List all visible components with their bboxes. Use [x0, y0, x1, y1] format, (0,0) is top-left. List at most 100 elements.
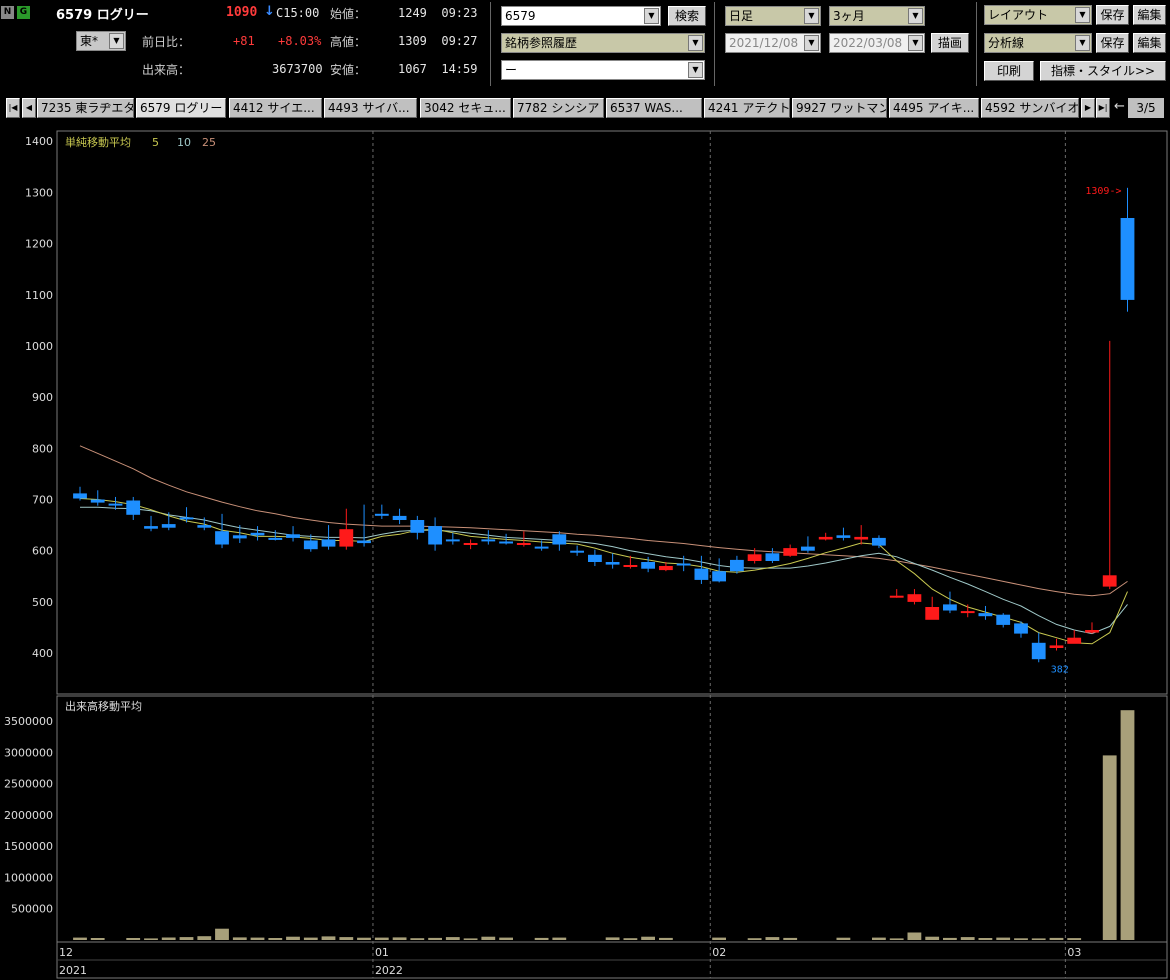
interval-select[interactable]: 日足 ▼ [725, 6, 821, 26]
candle-body [889, 595, 904, 598]
volume-bar [144, 938, 158, 940]
divider [490, 2, 491, 86]
layout-select-value: レイアウト [988, 8, 1049, 22]
back-arrow-icon[interactable]: ← [1114, 99, 1125, 114]
style-button[interactable]: 指標・スタイル>> [1040, 61, 1166, 81]
candle-body [321, 539, 336, 547]
volume-bar [712, 937, 726, 940]
volume-bar [765, 937, 780, 940]
print-button[interactable]: 印刷 [984, 61, 1034, 81]
volume-bar [499, 937, 513, 940]
layout-select[interactable]: レイアウト ▼ [984, 5, 1092, 25]
volume-bar [641, 936, 655, 940]
volume-bar [445, 937, 460, 940]
first-icon[interactable]: |◀ [6, 98, 20, 118]
edit-layout-button[interactable]: 編集 [1133, 5, 1166, 25]
open-label: 始値： [330, 7, 367, 21]
tab-6537[interactable]: 6537 WAS... [606, 98, 702, 118]
chevron-down-icon: ▼ [1075, 35, 1090, 51]
x-tick-label: 03 [1067, 946, 1081, 959]
volume-bar [321, 936, 336, 940]
tab-7782[interactable]: 7782 シンシア [513, 98, 604, 118]
chevron-down-icon: ▼ [688, 62, 703, 78]
to-date-value: 2022/03/08 [833, 36, 903, 50]
candle-body [374, 513, 389, 516]
volume-bar [1014, 938, 1028, 940]
candle-body [943, 604, 957, 611]
volume-bar [250, 937, 265, 940]
volume-bar [357, 937, 371, 940]
code-input[interactable]: 6579 ▼ [501, 6, 661, 26]
price-y-tick: 1200 [25, 238, 53, 251]
candle-body [197, 525, 212, 528]
price-y-tick: 1100 [25, 289, 53, 302]
save-layout-button[interactable]: 保存 [1096, 5, 1129, 25]
tab-4495[interactable]: 4495 アイキ... [889, 98, 979, 118]
volume-bar [268, 938, 283, 940]
tab-9927[interactable]: 9927 ワットマン [792, 98, 887, 118]
volume-bar [534, 937, 549, 940]
candle-body [588, 554, 602, 562]
tab-4493[interactable]: 4493 サイバ... [324, 98, 417, 118]
volume-bar [179, 937, 194, 940]
price-y-tick: 1000 [25, 340, 53, 353]
draw-button[interactable]: 描画 [931, 33, 969, 53]
tab-4592[interactable]: 4592 サンバイオ [981, 98, 1079, 118]
save-analysis-button[interactable]: 保存 [1096, 33, 1129, 53]
tab-4241[interactable]: 4241 アテクト [704, 98, 790, 118]
edit-analysis-button[interactable]: 編集 [1133, 33, 1166, 53]
volume-bar [410, 938, 425, 940]
badge-g: G [17, 6, 30, 19]
open-value: 1249 09:23 [398, 6, 478, 20]
volume-bar [996, 937, 1011, 940]
candle-body [499, 541, 513, 544]
candle-body [428, 526, 442, 545]
candle-body [410, 520, 425, 533]
from-date-value: 2021/12/08 [729, 36, 799, 50]
candle-body [605, 562, 620, 565]
market-select[interactable]: 東* ▼ [76, 31, 126, 51]
third-select[interactable]: ー ▼ [501, 60, 705, 80]
third-select-value: ー [505, 63, 518, 77]
candle-body [339, 529, 354, 547]
candle-body [463, 543, 478, 545]
volume-bar [1120, 710, 1135, 940]
tab-4412[interactable]: 4412 サイエ... [229, 98, 322, 118]
candle-body [1085, 630, 1099, 633]
volume-bar [215, 928, 229, 940]
search-button[interactable]: 検索 [668, 6, 706, 26]
chevron-down-icon: ▼ [908, 35, 923, 51]
change-percent: +8.03% [278, 34, 322, 48]
change-label: 前日比： [142, 35, 191, 49]
volume-bar [481, 936, 496, 940]
volume-bar [1049, 937, 1064, 940]
last-icon[interactable]: ▶| [1096, 98, 1110, 118]
volume-bar [623, 938, 638, 940]
next-icon[interactable]: ▶ [1081, 98, 1095, 118]
tab-7235[interactable]: 7235 東ラヂエタ [37, 98, 134, 118]
candle-body [694, 568, 709, 580]
history-select[interactable]: 銘柄参照履歴 ▼ [501, 33, 705, 53]
volume-bar [73, 937, 87, 940]
candle-body [534, 546, 549, 549]
x-tick-label: 12 [59, 946, 73, 959]
to-date-field[interactable]: 2022/03/08 ▼ [829, 33, 925, 53]
range-select[interactable]: 3ヶ月 ▼ [829, 6, 925, 26]
volume-bar [303, 937, 318, 940]
prev-icon[interactable]: ◀ [22, 98, 36, 118]
analysis-select[interactable]: 分析線 ▼ [984, 33, 1092, 53]
chevron-down-icon: ▼ [804, 35, 819, 51]
volume-y-tick: 1000000 [4, 871, 53, 884]
candle-body [161, 524, 176, 528]
ma-line-ma25 [79, 445, 1128, 597]
tab-3042[interactable]: 3042 セキュ... [420, 98, 511, 118]
volume-y-tick: 2500000 [4, 778, 53, 791]
change-value: +81 [233, 34, 255, 48]
tab-6579[interactable]: 6579 ログリー [136, 98, 226, 118]
candle-body [1031, 642, 1046, 660]
candle-body [445, 539, 460, 542]
volume-bar [1067, 938, 1082, 940]
divider [976, 2, 977, 86]
volume-bar [339, 937, 354, 940]
from-date-field[interactable]: 2021/12/08 ▼ [725, 33, 821, 53]
